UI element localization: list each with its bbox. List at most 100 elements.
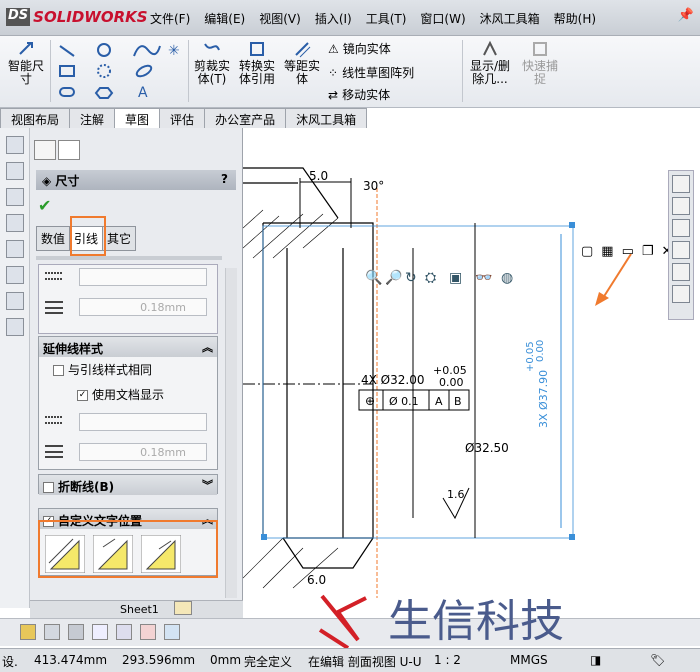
use-doc-display-checkbox[interactable]: ✓ xyxy=(77,390,88,401)
unit-system[interactable]: MMGS xyxy=(510,653,548,667)
sketch-tools-icons[interactable]: ✳ A xyxy=(56,40,186,104)
feature-tree-tab-icon[interactable] xyxy=(34,140,56,160)
menu-edit[interactable]: 编辑(E) xyxy=(204,10,245,27)
design-library-icon[interactable] xyxy=(672,197,690,215)
dim-6-label[interactable]: 6.0 xyxy=(307,573,326,587)
task-pane-tabs xyxy=(668,170,694,320)
color-display-icon[interactable] xyxy=(164,624,180,640)
relations-icon xyxy=(483,40,497,56)
file-explorer-icon[interactable] xyxy=(672,219,690,237)
rebuild-icon[interactable]: ◨ xyxy=(590,653,601,667)
offset-entities-button[interactable]: 等距实体 xyxy=(282,40,322,86)
extension-group-header[interactable]: 延伸线样式 ︽ xyxy=(39,337,217,357)
break-line-header[interactable]: 折断线(B) ︾ xyxy=(39,475,217,495)
dia-32-5-label[interactable]: Ø32.50 xyxy=(465,441,509,455)
view-palette-icon[interactable] xyxy=(672,241,690,259)
tab-annotation[interactable]: 注解 xyxy=(69,108,116,128)
ext-line-style-combo[interactable] xyxy=(79,413,207,431)
svg-text:✳: ✳ xyxy=(168,43,180,59)
pm-view-tabs xyxy=(34,140,80,160)
datum-icon[interactable] xyxy=(6,240,24,258)
dimension-tool-icon[interactable] xyxy=(6,136,24,154)
display-style-icon[interactable]: ▣ xyxy=(449,270,462,286)
tab-evaluate[interactable]: 评估 xyxy=(159,108,206,128)
zoom-to-fit-icon[interactable]: 🔍 xyxy=(365,270,382,286)
ribbon-separator xyxy=(188,40,189,102)
tab-office-products[interactable]: 办公室产品 xyxy=(204,108,287,128)
convert-entities-button[interactable]: 转换实体引用 xyxy=(237,40,277,86)
surface-finish-symbol[interactable]: 1.6 xyxy=(442,487,470,520)
line-style-toolbar-icon[interactable] xyxy=(116,624,132,640)
center-mark-icon[interactable] xyxy=(6,292,24,310)
layer-icon[interactable] xyxy=(44,624,60,640)
line-thickness-toolbar-icon[interactable] xyxy=(92,624,108,640)
section-view-icon[interactable]: ⛭ xyxy=(425,270,436,286)
mirror-entities-button[interactable]: ⚠ 镜向实体 xyxy=(328,40,391,57)
help-button[interactable]: ? xyxy=(221,172,228,186)
balloon-tool-icon[interactable] xyxy=(6,188,24,206)
hide-show-icon[interactable]: 👓 xyxy=(475,270,492,286)
menu-window[interactable]: 窗口(W) xyxy=(420,10,465,27)
tile-icon[interactable]: ▢ xyxy=(581,244,593,259)
show-delete-relations-button[interactable]: 显示/删除几... xyxy=(468,40,512,86)
tab-value[interactable]: 数值 xyxy=(36,226,71,251)
tab-other[interactable]: 其它 xyxy=(102,226,137,251)
dia-32-label[interactable]: 4X Ø32.00 xyxy=(361,373,424,387)
feature-control-frame[interactable]: ⊕ Ø 0.1 A B xyxy=(358,389,470,411)
line-format-icon[interactable] xyxy=(68,624,84,640)
highlight-text-position xyxy=(38,520,218,578)
tag-icon[interactable]: 🏷 xyxy=(650,653,665,667)
menu-file[interactable]: 文件(F) xyxy=(150,10,190,27)
angle-30-label[interactable]: 30° xyxy=(363,179,384,193)
menu-mufeng[interactable]: 沐风工具箱 xyxy=(480,10,540,27)
line-style-combo[interactable] xyxy=(79,268,207,286)
add-sheet-icon[interactable] xyxy=(174,601,192,615)
open-icon[interactable] xyxy=(20,624,36,640)
pin-icon[interactable]: 📌 xyxy=(678,8,694,23)
menu-insert[interactable]: 插入(I) xyxy=(315,10,352,27)
minimize-icon[interactable]: ▭ xyxy=(622,244,634,259)
home-icon[interactable] xyxy=(672,175,690,193)
restore-icon[interactable]: ❐ xyxy=(642,244,654,259)
same-as-leader-checkbox[interactable] xyxy=(53,365,64,376)
sketch-state: 完全定义 xyxy=(244,655,293,669)
custom-properties-icon[interactable] xyxy=(672,285,690,303)
break-line-checkbox[interactable] xyxy=(43,482,54,493)
ok-button[interactable]: ✔ xyxy=(38,196,51,215)
tolerance-icon[interactable] xyxy=(6,266,24,284)
edit-appearance-icon[interactable]: ◍ xyxy=(501,270,513,286)
sheet-scale[interactable]: 1 : 2 xyxy=(434,653,461,667)
drawing-canvas[interactable]: 5.0 30° 4X Ø32.00 +0.05 0.00 ⊕ Ø 0.1 A B… xyxy=(242,128,700,618)
use-doc-display-option[interactable]: ✓ 使用文档显示 xyxy=(77,386,217,403)
rotated-dimension[interactable]: 3X Ø37.90 +0.05 0.00 xyxy=(525,340,550,428)
menu-view[interactable]: 视图(V) xyxy=(259,10,301,27)
pm-scrollbar[interactable] xyxy=(225,268,237,598)
linear-pattern-button[interactable]: ⁘ 线性草图阵列 xyxy=(328,64,414,81)
property-manager-tab-icon[interactable] xyxy=(58,140,80,160)
trim-entities-button[interactable]: 剪裁实体(T) xyxy=(192,40,232,86)
smart-dimension-button[interactable]: 智能尺寸 xyxy=(6,40,46,86)
sheet1-tab[interactable]: Sheet1 xyxy=(120,603,159,616)
tab-mufeng[interactable]: 沐风工具箱 xyxy=(285,108,368,128)
solidworks-logo[interactable]: DS SOLIDWORKS xyxy=(6,8,148,26)
tab-sketch[interactable]: 草图 xyxy=(114,108,161,128)
hatch-icon[interactable] xyxy=(6,318,24,336)
ext-line-thickness-combo[interactable]: 0.18mm xyxy=(79,443,207,461)
coord-x: 413.474mm xyxy=(34,653,108,667)
move-entities-button[interactable]: ⇄ 移动实体 xyxy=(328,86,390,103)
previous-view-icon[interactable]: ↻ xyxy=(405,270,417,286)
line-thickness-combo[interactable]: 0.18mm xyxy=(79,298,207,316)
dim-5-label[interactable]: 5.0 xyxy=(309,169,328,183)
hide-edge-icon[interactable] xyxy=(140,624,156,640)
split-icon[interactable]: ▦ xyxy=(601,244,613,259)
menu-help[interactable]: 帮助(H) xyxy=(554,10,596,27)
note-tool-icon[interactable] xyxy=(6,162,24,180)
quick-snaps-button[interactable]: 快速捕捉 xyxy=(518,40,562,86)
collapse-icon: ︽ xyxy=(202,341,213,354)
menu-tools[interactable]: 工具(T) xyxy=(366,10,407,27)
zoom-area-icon[interactable]: 🔎 xyxy=(385,270,402,286)
tab-view-layout[interactable]: 视图布局 xyxy=(0,108,71,128)
surface-finish-icon[interactable] xyxy=(6,214,24,232)
same-as-leader-option[interactable]: 与引线样式相同 xyxy=(53,361,217,378)
appearances-icon[interactable] xyxy=(672,263,690,281)
